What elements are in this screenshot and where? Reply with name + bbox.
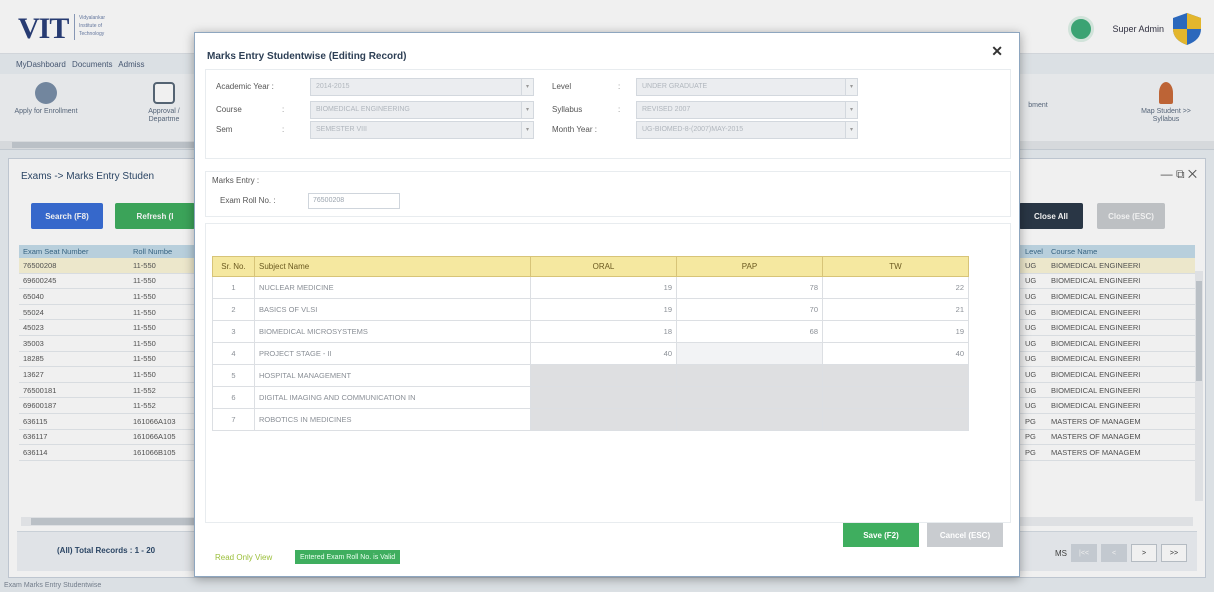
marks-table-header: Sr. No. Subject Name ORAL PAP TW bbox=[212, 256, 969, 277]
academic-year-select[interactable]: 2014-2015 ▾ bbox=[310, 78, 534, 96]
marks-cell-pap[interactable]: 78 bbox=[676, 276, 823, 299]
col-pap: PAP bbox=[676, 256, 823, 277]
marks-cell-subject: DIGITAL IMAGING AND COMMUNICATION IN bbox=[254, 386, 531, 409]
marks-row: 5 HOSPITAL MANAGEMENT bbox=[212, 364, 969, 387]
marks-cell-sr: 5 bbox=[212, 364, 255, 387]
marks-cell-sr: 2 bbox=[212, 298, 255, 321]
marks-cell-sr: 6 bbox=[212, 386, 255, 409]
marks-cell-oral bbox=[530, 364, 677, 387]
syllabus-value: REVISED 2007 bbox=[642, 106, 691, 113]
sem-select[interactable]: SEMESTER VIII ▾ bbox=[310, 121, 534, 139]
chevron-down-icon: ▾ bbox=[521, 79, 533, 95]
marks-cell-pap bbox=[676, 386, 823, 409]
marks-cell-pap bbox=[676, 408, 823, 431]
academic-year-label: Academic Year : bbox=[216, 82, 274, 91]
marks-cell-subject: ROBOTICS IN MEDICINES bbox=[254, 408, 531, 431]
level-label: Level bbox=[552, 82, 572, 91]
marks-cell-pap bbox=[676, 364, 823, 387]
marks-row: 6 DIGITAL IMAGING AND COMMUNICATION IN bbox=[212, 386, 969, 409]
marks-cell-oral[interactable]: 18 bbox=[530, 320, 677, 343]
marks-entry-dialog: Marks Entry Studentwise (Editing Record)… bbox=[194, 32, 1020, 577]
col-tw: TW bbox=[822, 256, 969, 277]
course-value: BIOMEDICAL ENGINEERING bbox=[316, 106, 410, 113]
close-icon[interactable]: ✕ bbox=[991, 43, 1003, 60]
dialog-title: Marks Entry Studentwise (Editing Record) bbox=[207, 51, 407, 62]
level-select[interactable]: UNDER GRADUATE ▾ bbox=[636, 78, 858, 96]
selection-form: Academic Year : 2014-2015 ▾ Course : BIO… bbox=[205, 69, 1011, 159]
marks-cell-pap[interactable] bbox=[676, 342, 823, 365]
read-only-label: Read Only View bbox=[215, 553, 273, 562]
marks-cell-oral[interactable]: 40 bbox=[530, 342, 677, 365]
marks-cell-tw[interactable]: 22 bbox=[822, 276, 969, 299]
marks-cell-tw bbox=[822, 408, 969, 431]
marks-cell-subject: HOSPITAL MANAGEMENT bbox=[254, 364, 531, 387]
marks-table: Sr. No. Subject Name ORAL PAP TW 1 NUCLEA… bbox=[212, 256, 969, 431]
marks-cell-tw bbox=[822, 364, 969, 387]
marks-cell-subject: PROJECT STAGE - II bbox=[254, 342, 531, 365]
marks-cell-subject: BIOMEDICAL MICROSYSTEMS bbox=[254, 320, 531, 343]
marks-cell-sr: 7 bbox=[212, 408, 255, 431]
marks-grid-section: Sr. No. Subject Name ORAL PAP TW 1 NUCLEA… bbox=[205, 223, 1011, 523]
marks-cell-sr: 4 bbox=[212, 342, 255, 365]
level-value: UNDER GRADUATE bbox=[642, 83, 708, 90]
dialog-footer: Save (F2) Cancel (ESC) Read Only View En… bbox=[205, 523, 1011, 571]
month-year-select[interactable]: UG-BIOMED-8-(2007)MAY-2015 ▾ bbox=[636, 121, 858, 139]
col-sr-no: Sr. No. bbox=[212, 256, 255, 277]
syllabus-select[interactable]: REVISED 2007 ▾ bbox=[636, 101, 858, 119]
marks-cell-oral[interactable]: 19 bbox=[530, 276, 677, 299]
marks-cell-subject: NUCLEAR MEDICINE bbox=[254, 276, 531, 299]
valid-roll-badge: Entered Exam Roll No. is Valid bbox=[295, 550, 401, 564]
exam-roll-label: Exam Roll No. : bbox=[220, 196, 276, 205]
marks-cell-oral bbox=[530, 386, 677, 409]
marks-cell-tw[interactable]: 21 bbox=[822, 298, 969, 321]
marks-cell-sr: 1 bbox=[212, 276, 255, 299]
marks-cell-tw[interactable]: 40 bbox=[822, 342, 969, 365]
marks-cell-tw bbox=[822, 386, 969, 409]
marks-row: 1 NUCLEAR MEDICINE 19 78 22 bbox=[212, 276, 969, 299]
marks-entry-label: Marks Entry : bbox=[212, 176, 260, 185]
marks-row: 3 BIOMEDICAL MICROSYSTEMS 18 68 19 bbox=[212, 320, 969, 343]
marks-cell-sr: 3 bbox=[212, 320, 255, 343]
chevron-down-icon: ▾ bbox=[521, 122, 533, 138]
marks-entry-section: Marks Entry : Exam Roll No. : 76500208 bbox=[205, 171, 1011, 217]
sem-value: SEMESTER VIII bbox=[316, 126, 367, 133]
month-year-label: Month Year : bbox=[552, 125, 597, 134]
academic-year-value: 2014-2015 bbox=[316, 83, 350, 90]
marks-row: 4 PROJECT STAGE - II 40 40 bbox=[212, 342, 969, 365]
marks-cell-pap[interactable]: 70 bbox=[676, 298, 823, 321]
chevron-down-icon: ▾ bbox=[845, 122, 857, 138]
save-button[interactable]: Save (F2) bbox=[843, 523, 919, 547]
sem-label: Sem bbox=[216, 125, 233, 134]
marks-row: 2 BASICS OF VLSI 19 70 21 bbox=[212, 298, 969, 321]
course-select[interactable]: BIOMEDICAL ENGINEERING ▾ bbox=[310, 101, 534, 119]
chevron-down-icon: ▾ bbox=[845, 102, 857, 118]
col-subject-name: Subject Name bbox=[254, 256, 531, 277]
marks-row: 7 ROBOTICS IN MEDICINES bbox=[212, 408, 969, 431]
chevron-down-icon: ▾ bbox=[845, 79, 857, 95]
syllabus-label: Syllabus bbox=[552, 105, 583, 114]
marks-cell-tw[interactable]: 19 bbox=[822, 320, 969, 343]
marks-cell-subject: BASICS OF VLSI bbox=[254, 298, 531, 321]
marks-cell-oral[interactable]: 19 bbox=[530, 298, 677, 321]
exam-roll-input[interactable]: 76500208 bbox=[308, 193, 400, 209]
col-oral: ORAL bbox=[530, 256, 677, 277]
chevron-down-icon: ▾ bbox=[521, 102, 533, 118]
month-year-value: UG-BIOMED-8-(2007)MAY-2015 bbox=[642, 126, 744, 133]
course-label: Course bbox=[216, 105, 242, 114]
cancel-button[interactable]: Cancel (ESC) bbox=[927, 523, 1003, 547]
marks-cell-oral bbox=[530, 408, 677, 431]
marks-cell-pap[interactable]: 68 bbox=[676, 320, 823, 343]
